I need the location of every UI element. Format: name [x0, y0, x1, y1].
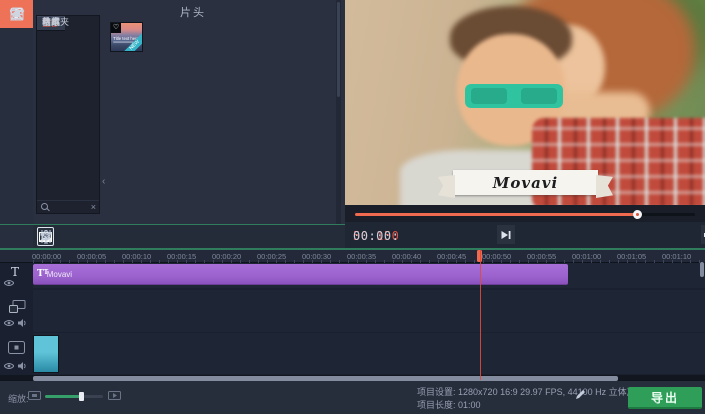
title-track-icon: T — [11, 265, 19, 279]
video-preview: Movavi — [345, 0, 705, 205]
favorite-icon[interactable]: ♡ — [111, 23, 121, 33]
ruler-label: 00:00:00 — [32, 252, 61, 261]
watermark-ribbon: Movavi — [453, 170, 598, 195]
category-search-bar[interactable]: × — [37, 200, 99, 213]
search-icon — [41, 203, 48, 210]
timecode: 00:00:50.150 — [353, 229, 399, 243]
ruler-label: 00:00:15 — [167, 252, 196, 261]
collapse-categories-icon[interactable]: ‹ — [102, 176, 105, 187]
sliders-button[interactable] — [37, 227, 54, 246]
video-track-lane[interactable] — [33, 333, 705, 374]
project-length-value: 01:00 — [458, 400, 481, 410]
watermark-text: Movavi — [493, 174, 558, 192]
title-track-header: T — [0, 265, 33, 288]
ruler-label: 00:01:00 — [572, 252, 601, 261]
export-button[interactable]: 导出 — [628, 387, 702, 409]
left-tool-rail: T — [0, 0, 33, 248]
title-clip-icon: TT — [37, 269, 44, 279]
ruler-label: 00:00:35 — [347, 252, 376, 261]
template-grid: ♡Title text here放大♡TEXTNEW文本飞入♡TITLE TEX… — [110, 22, 332, 224]
title-track-lane[interactable]: TT Movavi — [33, 263, 705, 288]
project-length-label: 项目长度: — [417, 400, 456, 410]
title-clip-label: Movavi — [47, 270, 72, 279]
playhead-line[interactable] — [480, 250, 481, 380]
volume-button[interactable] — [701, 225, 705, 244]
title-clip[interactable]: TT Movavi — [33, 264, 568, 285]
ruler-label: 00:00:40 — [392, 252, 421, 261]
category-list: 全部收藏夹精选基本艺术介绍 × — [36, 15, 100, 214]
project-length-row: 项目长度: 01:00 — [417, 399, 636, 412]
overlay-track-lane[interactable] — [33, 290, 705, 332]
timeline-zoom-slider[interactable] — [45, 395, 103, 398]
horizontal-scrollbar-thumb[interactable] — [33, 376, 618, 381]
status-bar: 缩放: 项目设置: 1280x720 16:9 29.97 FPS, 44100… — [0, 380, 705, 414]
sunglasses-lens — [471, 88, 507, 104]
next-frame-button[interactable] — [497, 225, 515, 244]
panel-scrollbar-thumb[interactable] — [337, 2, 340, 97]
timeline-zoom-label: 缩放: — [8, 392, 29, 405]
project-info: 项目设置: 1280x720 16:9 29.97 FPS, 44100 Hz … — [417, 386, 636, 412]
titles-panel: 片头 全部收藏夹精选基本艺术介绍 × ‹ ♡Title text here放大♡… — [33, 0, 345, 224]
ruler-label: 00:01:10 — [662, 252, 691, 261]
video-track-header — [0, 335, 33, 374]
zoom-slider-handle[interactable] — [79, 392, 84, 401]
preview-sunglasses — [465, 84, 563, 108]
more-tools-tool-button[interactable] — [0, 0, 33, 28]
vertical-scrollbar-thumb[interactable] — [700, 262, 704, 277]
ruler-label: 00:00:30 — [302, 252, 331, 261]
seek-handle[interactable] — [633, 210, 642, 219]
overlay-track-header — [0, 292, 33, 332]
project-settings-label: 项目设置: — [417, 387, 456, 397]
timeline: 00:00:00 00:00:05 00:00:10 00:00:15 00:00:20… — [0, 250, 705, 380]
video-clip[interactable] — [33, 335, 59, 373]
ruler-label: 00:00:05 — [77, 252, 106, 261]
timeline-ruler[interactable]: 00:00:00 00:00:05 00:00:10 00:00:15 00:00:20… — [0, 250, 705, 263]
project-settings-value: 1280x720 16:9 29.97 FPS, 44100 Hz 立体声 — [458, 387, 636, 397]
ruler-label: 00:00:50 — [482, 252, 511, 261]
seek-progress — [355, 213, 637, 216]
zoom-slider-fill — [45, 395, 81, 398]
seek-bar[interactable] — [355, 213, 695, 216]
ruler-label: 00:00:45 — [437, 252, 466, 261]
seek-zone — [345, 205, 705, 222]
category-item[interactable]: 介绍 — [37, 16, 65, 29]
timecode-main: 00:00: — [353, 229, 399, 243]
ruler-label: 00:00:25 — [257, 252, 286, 261]
ruler-label: 00:00:55 — [527, 252, 556, 261]
ruler-label: 00:00:10 — [122, 252, 151, 261]
sunglasses-lens — [521, 88, 557, 104]
project-settings-row: 项目设置: 1280x720 16:9 29.97 FPS, 44100 Hz … — [417, 386, 636, 399]
ruler-label: 00:01:05 — [617, 252, 646, 261]
panel-scrollbar[interactable] — [336, 0, 341, 224]
clip-edit-toolbar: ✂↻◐⚙ — [33, 225, 345, 248]
ruler-label: 00:00:20 — [212, 252, 241, 261]
movavi-video-editor-window: T 片头 全部收藏夹精选基本艺术介绍 × ‹ ♡Title text here放… — [0, 0, 705, 414]
panel-title: 片头 — [73, 4, 313, 20]
player-controls-bar: 00:00:50.150 — [345, 222, 705, 248]
clear-search-icon[interactable]: × — [91, 202, 96, 213]
